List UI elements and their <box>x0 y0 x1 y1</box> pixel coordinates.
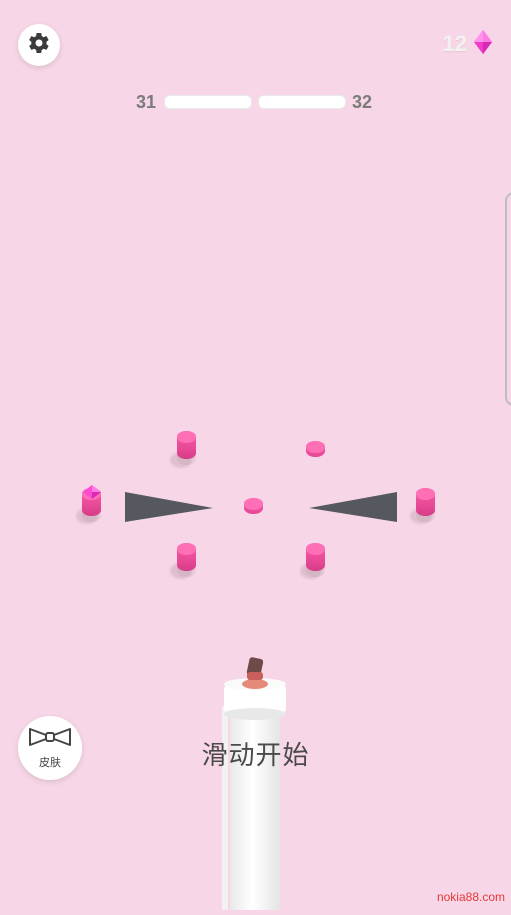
next-level: 32 <box>352 91 373 112</box>
level-progress: 31 32 <box>136 90 376 114</box>
gem-counter: 12 <box>442 29 493 60</box>
gem-count: 12 <box>442 31 467 56</box>
collectible-gem <box>83 485 101 504</box>
diamond-gem-icon <box>473 29 493 60</box>
swipe-to-start-prompt: 滑动开始 <box>201 740 310 770</box>
progress-segment-1 <box>164 95 252 109</box>
gear-icon <box>27 31 51 60</box>
peg-bottom-right <box>306 543 325 571</box>
peg-right <box>416 488 435 516</box>
player-tower <box>220 654 290 915</box>
peg-center <box>244 498 263 514</box>
settings-button[interactable] <box>18 24 60 66</box>
side-slider-handle[interactable] <box>505 192 511 406</box>
watermark: nokia88.com <box>436 890 505 904</box>
peg-top-left <box>177 431 196 459</box>
current-level: 31 <box>136 91 157 112</box>
peg-top-right <box>306 441 325 457</box>
peg-bottom-left <box>177 543 196 571</box>
blade-right <box>307 492 397 527</box>
progress-segment-2 <box>258 95 346 109</box>
blade-left <box>125 492 215 527</box>
